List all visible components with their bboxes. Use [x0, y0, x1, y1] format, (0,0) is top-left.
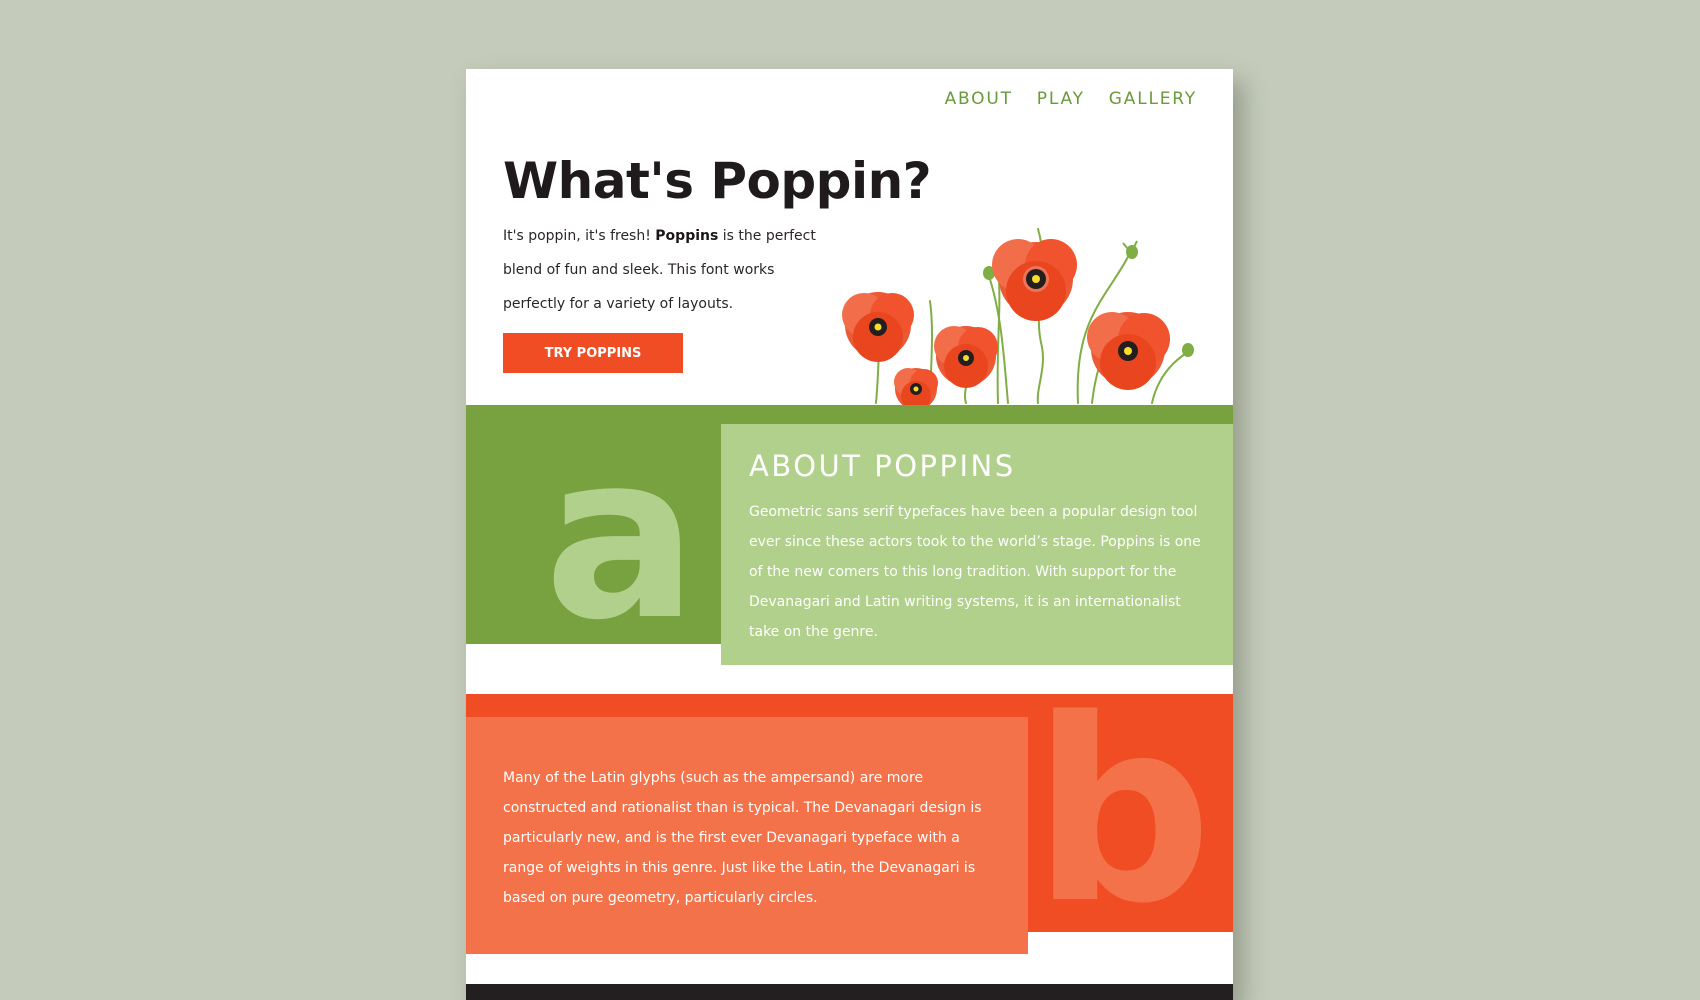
about-text: Geometric sans serif typefaces have been…	[749, 504, 1201, 640]
letter-b-glyph: b	[1032, 666, 1213, 959]
poppy-flowers-illustration	[842, 228, 1194, 409]
poppy-flower-small	[894, 368, 938, 409]
section-b-text: Many of the Latin glyphs (such as the am…	[503, 770, 982, 906]
poppy-flower-right	[1087, 312, 1170, 390]
poppy-flower-middle	[934, 326, 998, 388]
letter-a-glyph: a	[544, 404, 698, 670]
about-title: ABOUT POPPINS	[749, 449, 1016, 483]
page-card: ABOUT PLAY GALLERY What's Poppin? It's p…	[466, 69, 1233, 1000]
footer-bar	[466, 984, 1233, 1000]
poppy-flower-large	[992, 239, 1077, 321]
poppy-flower-left	[842, 292, 914, 362]
